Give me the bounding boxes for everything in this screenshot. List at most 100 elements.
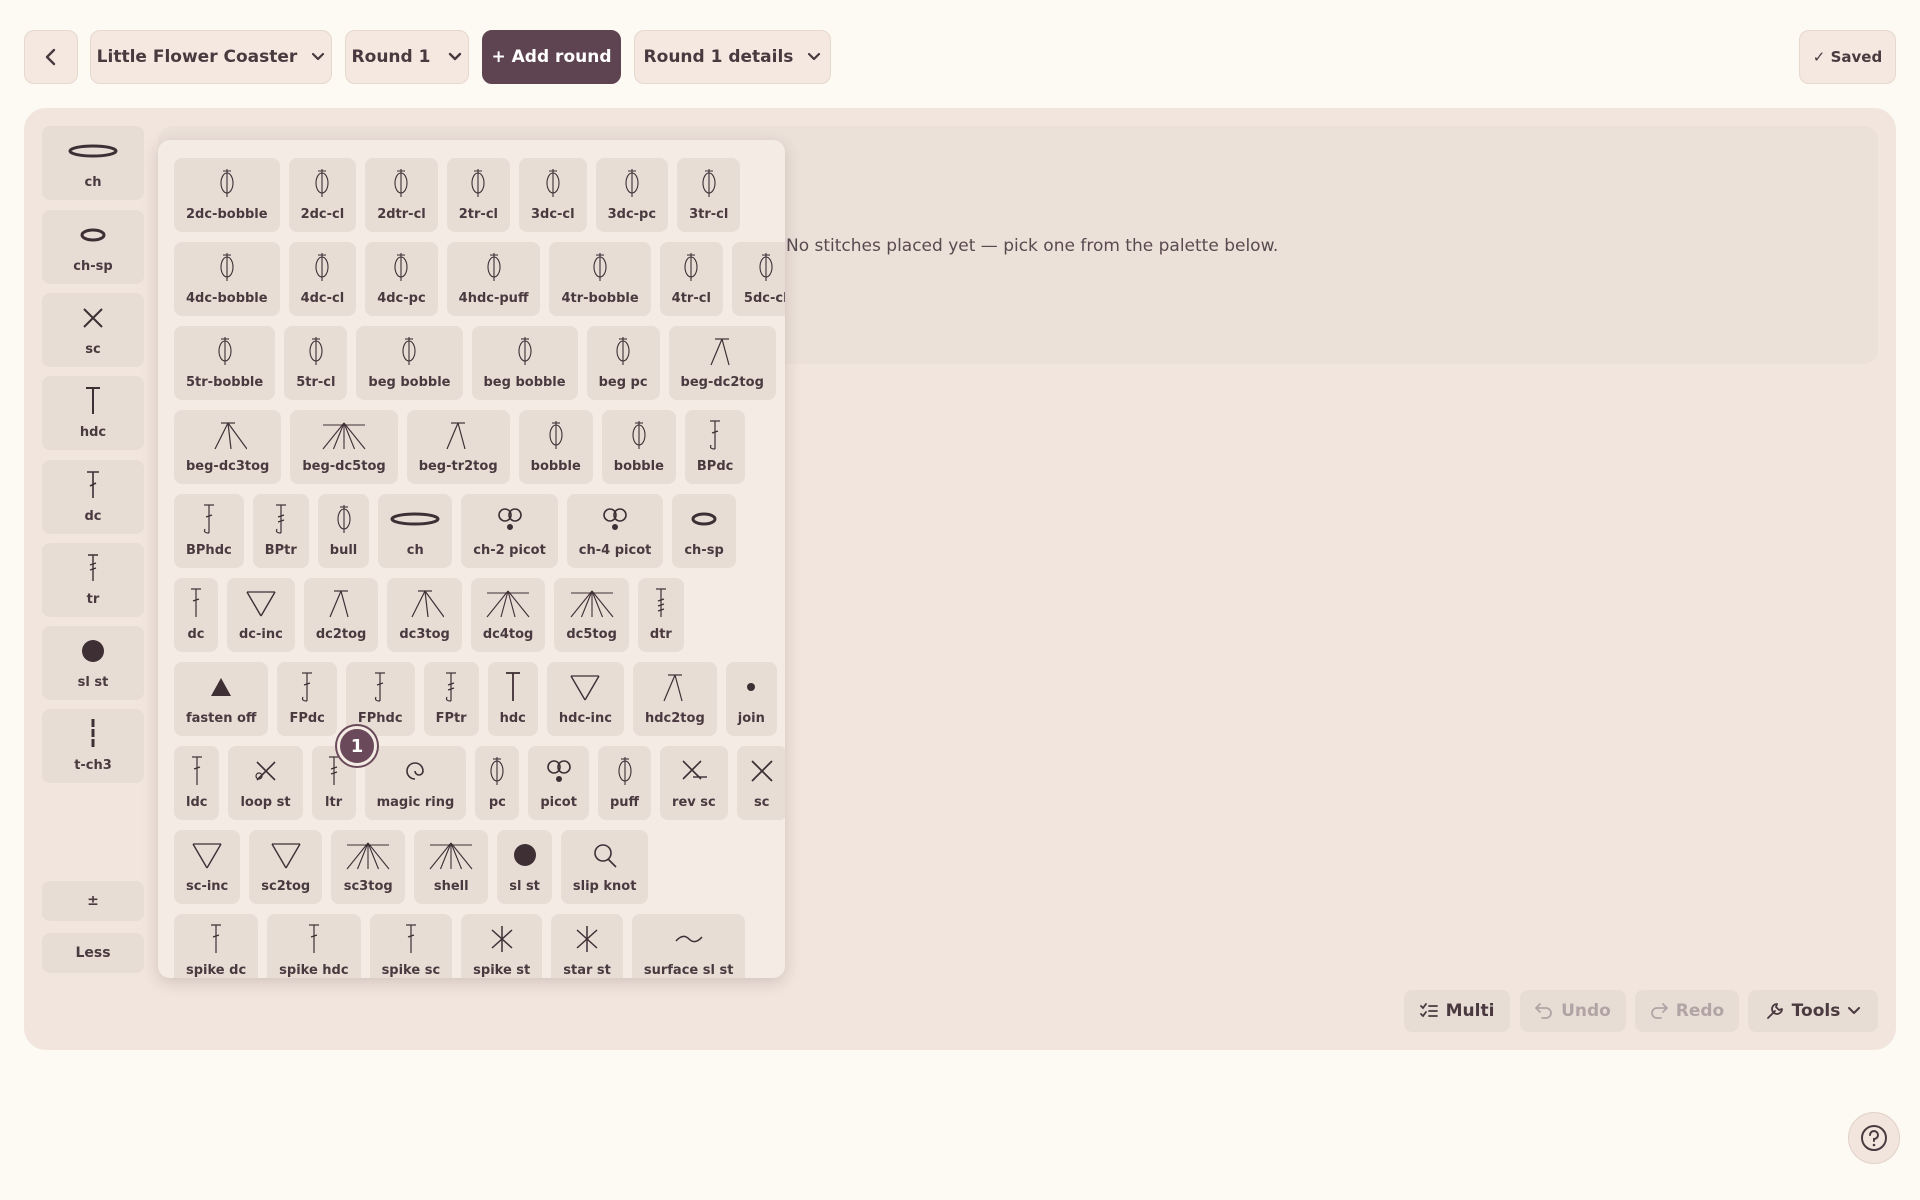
redo-button[interactable]: Redo [1635, 990, 1739, 1032]
add-round-button[interactable]: + Add round [482, 30, 621, 84]
palette-stitch-rev-sc[interactable]: rev sc [660, 746, 728, 820]
project-title: Little Flower Coaster [96, 47, 298, 67]
palette-stitch-pc[interactable]: pc [475, 746, 520, 820]
palette-stitch-spike-sc[interactable]: spike sc [369, 914, 453, 978]
chain-space-icon [42, 210, 144, 259]
palette-stitch-ch-sp[interactable]: ch-sp [672, 494, 736, 568]
palette-stitch-bobble[interactable]: bobble [601, 410, 676, 484]
palette-stitch-spike-hdc[interactable]: spike hdc [267, 914, 361, 978]
palette-stitch-4dc-pc[interactable]: 4dc-pc [365, 242, 438, 316]
palette-row: fasten off FPdc FPhdc FPtr hdc hdc-inc hdc2tog… [174, 662, 777, 736]
palette-stitch-magic-ring[interactable]: magic ring [364, 746, 467, 820]
palette-stitch-4tr-bobble[interactable]: 4tr-bobble [549, 242, 651, 316]
palette-stitch-beg-pc[interactable]: beg pc [586, 326, 660, 400]
palette-stitch-sc[interactable]: sc [736, 746, 785, 820]
sidebar-stitch-t-ch3[interactable]: t-ch3 [42, 709, 144, 783]
palette-stitch-ch[interactable]: ch [378, 494, 453, 568]
palette-stitch-beg-bobble[interactable]: beg bobble [356, 326, 463, 400]
palette-stitch-bptr[interactable]: BPtr [252, 494, 309, 568]
multi-select-button[interactable]: Multi [1404, 990, 1510, 1032]
palette-stitch-3dc-pc[interactable]: 3dc-pc [595, 158, 669, 232]
palette-stitch-surface-sl-st[interactable]: surface sl st [631, 914, 746, 978]
palette-stitch-fpdc[interactable]: FPdc [277, 662, 337, 736]
palette-stitch-5tr-bobble[interactable]: 5tr-bobble [174, 326, 276, 400]
palette-stitch-ldc[interactable]: ldc [174, 746, 220, 820]
palette-stitch-sl-st[interactable]: sl st [497, 830, 552, 904]
palette-stitch-beg-dc3tog[interactable]: beg-dc3tog [174, 410, 282, 484]
less-button[interactable]: Less [42, 933, 144, 973]
round-details-button[interactable]: Round 1 details [634, 30, 831, 84]
palette-stitch-fphdc[interactable]: FPhdc [345, 662, 415, 736]
palette-stitch-beg-tr2tog[interactable]: beg-tr2tog [406, 410, 510, 484]
sidebar-stitch-ch-sp[interactable]: ch-sp [42, 210, 144, 284]
palette-stitch-2dtr-cl[interactable]: 2dtr-cl [365, 158, 438, 232]
palette-stitch-dc2tog[interactable]: dc2tog [303, 578, 379, 652]
back-button[interactable] [24, 30, 78, 84]
palette-stitch-ch-2-picot[interactable]: ch-2 picot [461, 494, 558, 568]
palette-stitch-star-st[interactable]: star st [551, 914, 623, 978]
palette-stitch-dc-inc[interactable]: dc-inc [227, 578, 295, 652]
palette-stitch-sc2tog[interactable]: sc2tog [249, 830, 323, 904]
palette-stitch-sc-inc[interactable]: sc-inc [174, 830, 241, 904]
palette-stitch-dc5tog[interactable]: dc5tog [554, 578, 629, 652]
palette-stitch-ch-4-picot[interactable]: ch-4 picot [566, 494, 664, 568]
palette-stitch-bphdc[interactable]: BPhdc [174, 494, 244, 568]
palette-stitch-4dc-bobble[interactable]: 4dc-bobble [174, 242, 280, 316]
round-select[interactable]: Round 1 [345, 30, 469, 84]
palette-stitch-2tr-cl[interactable]: 2tr-cl [446, 158, 510, 232]
sidebar-stitch-hdc[interactable]: hdc [42, 376, 144, 450]
palette-stitch-2dc-bobble[interactable]: 2dc-bobble [174, 158, 280, 232]
palette-stitch-spike-st[interactable]: spike st [461, 914, 543, 978]
tools-menu-button[interactable]: Tools [1748, 990, 1878, 1032]
stitch-label: 2tr-cl [458, 207, 498, 222]
palette-stitch-3tr-cl[interactable]: 3tr-cl [677, 158, 741, 232]
palette-stitch-hdc[interactable]: hdc [487, 662, 538, 736]
palette-stitch-2dc-cl[interactable]: 2dc-cl [288, 158, 357, 232]
palette-stitch-shell[interactable]: shell [414, 830, 489, 904]
undo-button[interactable]: Undo [1520, 990, 1626, 1032]
palette-stitch-loop-st[interactable]: loop st [228, 746, 303, 820]
toggle-variants-button[interactable]: ± [42, 881, 144, 921]
palette-stitch-fptr[interactable]: FPtr [423, 662, 479, 736]
sidebar-stitch-sl-st[interactable]: sl st [42, 626, 144, 700]
palette-stitch-beg-dc5tog[interactable]: beg-dc5tog [290, 410, 398, 484]
palette-stitch-dc4tog[interactable]: dc4tog [470, 578, 546, 652]
palette-stitch-5tr-cl[interactable]: 5tr-cl [284, 326, 348, 400]
palette-stitch-4tr-cl[interactable]: 4tr-cl [659, 242, 723, 316]
sidebar-stitch-tr[interactable]: tr [42, 543, 144, 617]
palette-stitch-picot[interactable]: picot [528, 746, 589, 820]
palette-stitch-4dc-cl[interactable]: 4dc-cl [288, 242, 357, 316]
palette-stitch-sc3tog[interactable]: sc3tog [331, 830, 406, 904]
palette-stitch-hdc-inc[interactable]: hdc-inc [546, 662, 624, 736]
palette-stitch-slip-knot[interactable]: slip knot [560, 830, 649, 904]
palette-stitch-3dc-cl[interactable]: 3dc-cl [518, 158, 587, 232]
sidebar-stitch-ch[interactable]: ch [42, 126, 144, 200]
palette-stitch-dc[interactable]: dc [174, 578, 218, 652]
palette-stitch-puff[interactable]: puff [597, 746, 652, 820]
help-button[interactable] [1848, 1112, 1900, 1164]
stitch-symbol-icon [306, 326, 326, 375]
stitch-label: 4tr-cl [671, 291, 711, 306]
sidebar-stitch-dc[interactable]: dc [42, 460, 144, 534]
stitch-symbol-icon [600, 494, 630, 543]
palette-stitch-bull[interactable]: bull [317, 494, 370, 568]
palette-stitch-bpdc[interactable]: BPdc [684, 410, 746, 484]
palette-stitch-hdc2tog[interactable]: hdc2tog [632, 662, 717, 736]
palette-stitch-spike-dc[interactable]: spike dc [174, 914, 259, 978]
redo-icon [1650, 1003, 1668, 1019]
palette-stitch-fasten-off[interactable]: fasten off [174, 662, 269, 736]
palette-stitch-join[interactable]: join [725, 662, 777, 736]
palette-stitch-beg-dc2tog[interactable]: beg-dc2tog [668, 326, 776, 400]
palette-stitch-4hdc-puff[interactable]: 4hdc-puff [446, 242, 541, 316]
palette-stitch-dtr[interactable]: dtr [637, 578, 684, 652]
stitch-symbol-icon [370, 662, 390, 711]
project-select[interactable]: Little Flower Coaster [90, 30, 332, 84]
palette-stitch-bobble[interactable]: bobble [518, 410, 593, 484]
palette-stitch-5dc-cl[interactable]: 5dc-cl [731, 242, 785, 316]
sidebar-stitch-sc[interactable]: sc [42, 293, 144, 367]
palette-stitch-dc3tog[interactable]: dc3tog [387, 578, 462, 652]
palette-stitch-beg-bobble[interactable]: beg bobble [471, 326, 578, 400]
stitch-label: 4dc-pc [377, 291, 426, 306]
stitch-label: 3tr-cl [689, 207, 729, 222]
stitch-symbol-icon [705, 410, 725, 459]
